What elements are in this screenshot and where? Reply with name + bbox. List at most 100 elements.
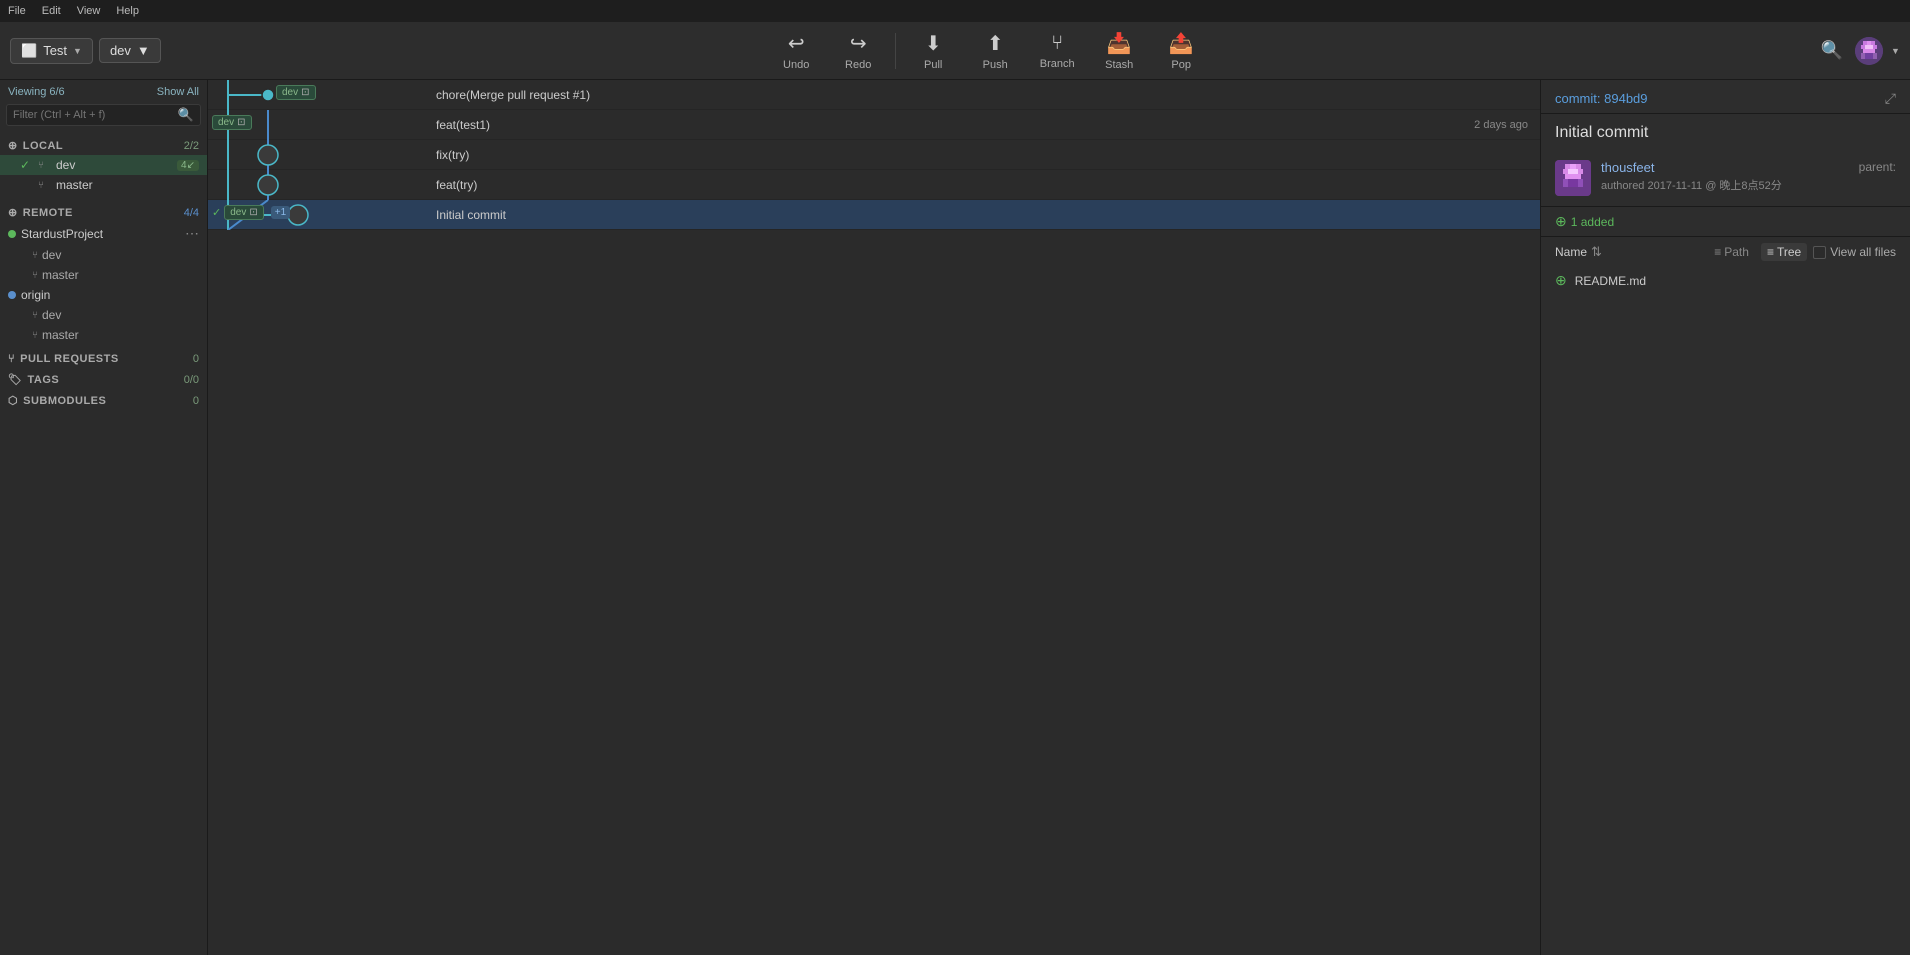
main-layout: Viewing 6/6 Show All 🔍 ⊕ LOCAL 2/2 ✓ ⑂ d… <box>0 80 1910 955</box>
branch-dev-name: dev <box>56 158 173 172</box>
path-btn-label: Path <box>1724 245 1749 259</box>
stash-icon: 📥 <box>1107 31 1132 56</box>
sidebar: Viewing 6/6 Show All 🔍 ⊕ LOCAL 2/2 ✓ ⑂ d… <box>0 80 208 955</box>
remote-origin-dev[interactable]: ⑂ dev <box>0 305 207 325</box>
commit-row-4[interactable]: feat(try) <box>208 170 1540 200</box>
push-button[interactable]: ⬆ Push <box>966 28 1024 74</box>
view-all-checkbox[interactable] <box>1813 246 1826 259</box>
menu-view[interactable]: View <box>77 5 101 17</box>
undo-label: Undo <box>783 59 809 71</box>
local-section: ⊕ LOCAL 2/2 ✓ ⑂ dev 4↙ ⑂ master <box>0 132 207 199</box>
branch-tag-dev-1: dev ⊡ <box>276 85 316 100</box>
branch-button[interactable]: ⑂ Branch <box>1028 28 1086 74</box>
remote-stardustproject-dot <box>8 230 16 238</box>
file-added-icon: ⊕ <box>1555 272 1567 289</box>
remote-stardustproject-master[interactable]: ⑂ master <box>0 265 207 285</box>
file-item-readme[interactable]: ⊕ README.md <box>1541 267 1910 294</box>
view-all-btn[interactable]: View all files <box>1813 245 1896 259</box>
commit-row-5[interactable]: ✓ dev ⊡ +1 Initial commit <box>208 200 1540 230</box>
added-section: ⊕ 1 added <box>1541 206 1910 236</box>
menu-help[interactable]: Help <box>116 5 139 17</box>
rb-origin-master-icon: ⑂ <box>32 330 38 341</box>
remote-options-icon[interactable]: ⋯ <box>185 225 199 242</box>
local-branch-dev[interactable]: ✓ ⑂ dev 4↙ <box>0 155 207 175</box>
expand-icon[interactable]: ⤢ <box>1885 90 1896 107</box>
remote-origin[interactable]: origin <box>0 285 207 305</box>
branch-master-icon: ⑂ <box>38 180 52 191</box>
repo-selector[interactable]: ⬜ Test ▼ <box>10 38 93 64</box>
show-all-link[interactable]: Show All <box>157 86 199 98</box>
added-count: 1 added <box>1571 215 1614 229</box>
file-name-readme: README.md <box>1575 274 1646 288</box>
rb-origin-dev-icon: ⑂ <box>32 310 38 321</box>
sort-icon[interactable]: ⇅ <box>1591 244 1602 260</box>
remote-stardustproject[interactable]: StardustProject ⋯ <box>0 222 207 245</box>
avatar[interactable] <box>1855 37 1883 65</box>
files-name-col: Name ⇅ <box>1555 244 1702 260</box>
author-date: authored 2017-11-11 @ 晚上8点52分 <box>1601 177 1849 193</box>
view-all-label: View all files <box>1830 245 1896 259</box>
commit-msg-2: feat(test1) <box>428 118 1474 132</box>
local-branch-master[interactable]: ⑂ master <box>0 175 207 195</box>
commit-row-3[interactable]: fix(try) <box>208 140 1540 170</box>
undo-button[interactable]: ↩ Undo <box>767 28 825 74</box>
redo-icon: ↪ <box>850 31 867 56</box>
branch-name: dev <box>110 43 131 58</box>
redo-button[interactable]: ↪ Redo <box>829 28 887 74</box>
tags-section[interactable]: 🏷 TAGS 0/0 <box>0 369 207 390</box>
pull-requests-label: ⑂ PULL REQUESTS <box>8 353 119 365</box>
menubar: File Edit View Help <box>0 0 1910 22</box>
remote-origin-label: origin <box>21 288 50 302</box>
rb-dev-icon: ⑂ <box>32 250 38 261</box>
commit-graph-1: dev ⊡ <box>208 80 428 110</box>
branch-icon: ⑂ <box>1051 32 1063 55</box>
commit-row-1[interactable]: dev ⊡ chore(Merge pull request #1) <box>208 80 1540 110</box>
tags-label: 🏷 TAGS <box>8 373 59 386</box>
submodules-icon: ⬡ <box>8 394 18 407</box>
name-col-label: Name <box>1555 245 1587 259</box>
user-chevron-icon[interactable]: ▼ <box>1891 46 1900 56</box>
branch-master-name: master <box>56 178 199 192</box>
menu-edit[interactable]: Edit <box>42 5 61 17</box>
remote-section: ⊕ REMOTE 4/4 StardustProject ⋯ ⑂ dev ⑂ m… <box>0 199 207 349</box>
rb-dev-name: dev <box>42 248 61 262</box>
sidebar-header: Viewing 6/6 Show All <box>0 80 207 104</box>
tree-icon: ≡ <box>1767 245 1774 259</box>
pull-icon: ⬇ <box>925 31 942 56</box>
repo-name: Test <box>43 43 67 58</box>
push-icon: ⬆ <box>987 31 1004 56</box>
remote-stardustproject-dev[interactable]: ⑂ dev <box>0 245 207 265</box>
commit-title-section: Initial commit <box>1541 114 1910 152</box>
filter-input[interactable] <box>13 109 178 121</box>
path-btn[interactable]: ≡ Path <box>1708 243 1755 261</box>
added-icon: ⊕ <box>1555 213 1567 230</box>
tags-icon: 🏷 <box>8 373 22 386</box>
stash-label: Stash <box>1105 59 1133 71</box>
remote-section-header[interactable]: ⊕ REMOTE 4/4 <box>0 203 207 222</box>
rb-master-icon: ⑂ <box>32 270 38 281</box>
remote-stardustproject-name: StardustProject <box>8 227 103 241</box>
commit-row-2[interactable]: dev ⊡ feat(test1) 2 days ago <box>208 110 1540 140</box>
commit-msg-5: Initial commit <box>428 208 1528 222</box>
viewing-text: Viewing 6/6 <box>8 86 65 98</box>
pull-requests-section[interactable]: ⑂ PULL REQUESTS 0 <box>0 349 207 369</box>
graph-area: dev ⊡ chore(Merge pull request #1) dev ⊡… <box>208 80 1540 955</box>
commit-graph-5: ✓ dev ⊡ +1 <box>208 200 428 230</box>
branch-selector[interactable]: dev ▼ <box>99 38 161 63</box>
search-button[interactable]: 🔍 <box>1817 36 1847 65</box>
pull-button[interactable]: ⬇ Pull <box>904 28 962 74</box>
window-icon: ⬜ <box>21 43 37 59</box>
pull-label: Pull <box>924 59 942 71</box>
commit-time-2: 2 days ago <box>1474 119 1540 131</box>
submodules-count: 0 <box>193 395 199 407</box>
pop-button[interactable]: 📤 Pop <box>1152 28 1210 74</box>
commit-msg-4: feat(try) <box>428 178 1528 192</box>
rb-master-name: master <box>42 268 79 282</box>
local-section-header[interactable]: ⊕ LOCAL 2/2 <box>0 136 207 155</box>
stash-button[interactable]: 📥 Stash <box>1090 28 1148 74</box>
tree-btn[interactable]: ≡ Tree <box>1761 243 1807 261</box>
submodules-section[interactable]: ⬡ SUBMODULES 0 <box>0 390 207 411</box>
remote-origin-master[interactable]: ⑂ master <box>0 325 207 345</box>
pull-requests-count: 0 <box>193 353 199 365</box>
menu-file[interactable]: File <box>8 5 26 17</box>
